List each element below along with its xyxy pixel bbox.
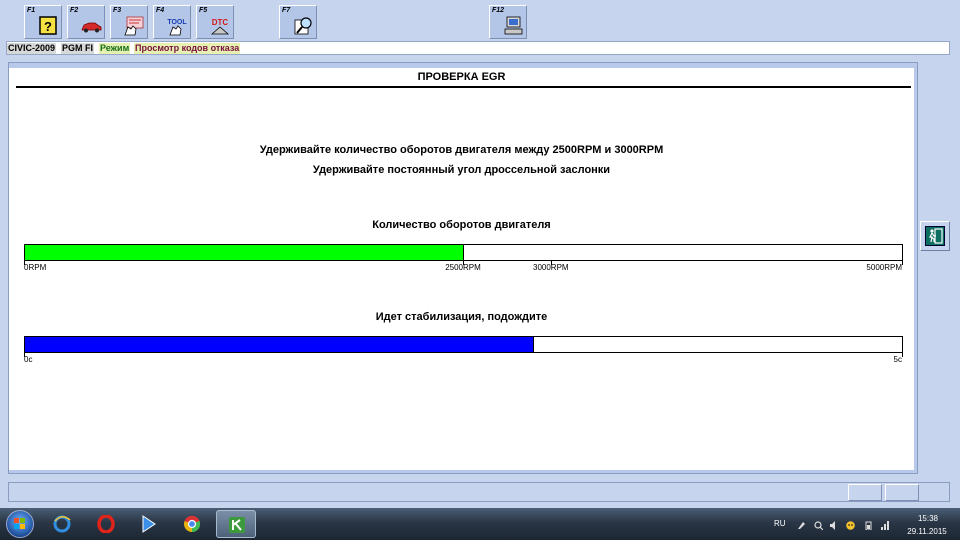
egr-test-panel: ПРОВЕРКА EGR Удерживайте количество обор… [9,68,914,470]
tray-volume-icon[interactable] [830,521,839,530]
vehicle-model: CIVIC-2009 [7,43,57,54]
diagnostic-app-icon [229,517,245,533]
magnifier-document-icon [294,17,312,35]
taskbar-chrome[interactable] [172,510,212,538]
car-icon [81,22,102,33]
status-box-2 [885,484,919,501]
start-button[interactable] [6,510,34,538]
dtc-icon: DTC [210,18,230,35]
mode-value: Просмотр кодов отказа [134,43,241,54]
f4-key-label: F4 [156,7,165,14]
language-indicator[interactable]: RU [774,519,786,528]
dtc-icon-text: DTC [212,18,229,27]
f7-inspect-button[interactable]: F7 [279,5,317,39]
taskbar-media-player[interactable] [128,510,168,538]
tray-emoji-icon[interactable] [846,521,855,530]
f12-key-label: F12 [492,7,505,14]
title-divider [16,86,911,88]
status-box-1 [848,484,882,501]
f7-key-label: F7 [282,7,291,14]
f3-key-label: F3 [113,7,122,14]
internet-explorer-icon [53,515,71,533]
exit-button[interactable] [920,221,950,251]
media-player-icon [142,515,156,533]
rpm-scale-tick [902,261,903,265]
windows-logo-icon [14,518,25,529]
rpm-gauge-fill [25,245,464,260]
rpm-scale-tick-label: 3000RPM [533,263,569,272]
rpm-scale-tick-label: 2500RPM [445,263,481,272]
f3-data-list-button[interactable]: F3 [110,5,148,39]
tool-icon-text: TOOL [167,19,187,26]
clock-time[interactable]: 15:38 [908,514,948,523]
instruction-throttle: Удерживайте постоянный угол дроссельной … [312,164,611,176]
stabilization-progress-fill [25,337,534,352]
f12-computer-button[interactable]: F12 [489,5,527,39]
f1-key-label: F1 [27,7,36,14]
stabilization-scale-tick [902,353,903,357]
tray-pen-icon[interactable] [797,521,806,530]
taskbar-internet-explorer[interactable] [42,510,82,538]
page-title: ПРОВЕРКА EGR [417,71,506,83]
f5-key-label: F5 [199,7,208,14]
stabilization-scale-tick-label: 5c [893,355,902,364]
f2-key-label: F2 [70,7,79,14]
instruction-rpm-range: Удерживайте количество оборотов двигател… [259,144,664,156]
stabilization-progress-bar [24,336,903,353]
vehicle-status-line: CIVIC-2009 PGM FI Режим Просмотр кодов о… [6,41,950,55]
stabilization-label: Идет стабилизация, подождите [375,311,548,323]
tool-hand-icon: TOOL [167,19,187,36]
exit-door-icon [925,226,945,246]
stabilization-scale-tick-label: 0c [24,355,33,364]
function-key-toolbar: F1 ? F2 F3 F4 TOOL F5 DTC F7 F12 [0,0,960,40]
f2-vehicle-button[interactable]: F2 [67,5,105,39]
computer-icon [504,16,523,35]
f1-help-button[interactable]: F1 ? [24,5,62,39]
rpm-gauge-label: Количество оборотов двигателя [372,219,551,231]
data-list-hand-icon [124,16,144,36]
rpm-scale-tick-label: 5000RPM [866,263,902,272]
windows-taskbar: RU 15:38 29.11.2015 [0,508,960,540]
svg-text:?: ? [44,19,52,34]
tray-battery-icon[interactable] [864,521,873,530]
tray-magnifier-icon[interactable] [814,521,823,530]
clock-date[interactable]: 29.11.2015 [904,527,950,536]
taskbar-diagnostic-app[interactable] [216,510,256,538]
chrome-icon [184,515,201,533]
rpm-scale-tick-label: 0RPM [24,263,47,272]
mode-label: Режим [99,43,131,54]
rpm-gauge [24,244,903,261]
opera-icon [97,515,115,533]
tray-network-icon[interactable] [880,521,889,530]
taskbar-opera[interactable] [86,510,126,538]
help-question-icon: ? [39,16,57,35]
f4-tool-button[interactable]: F4 TOOL [153,5,191,39]
system-name: PGM FI [61,43,94,54]
bottom-status-bar [8,482,950,502]
f5-dtc-button[interactable]: F5 DTC [196,5,234,39]
